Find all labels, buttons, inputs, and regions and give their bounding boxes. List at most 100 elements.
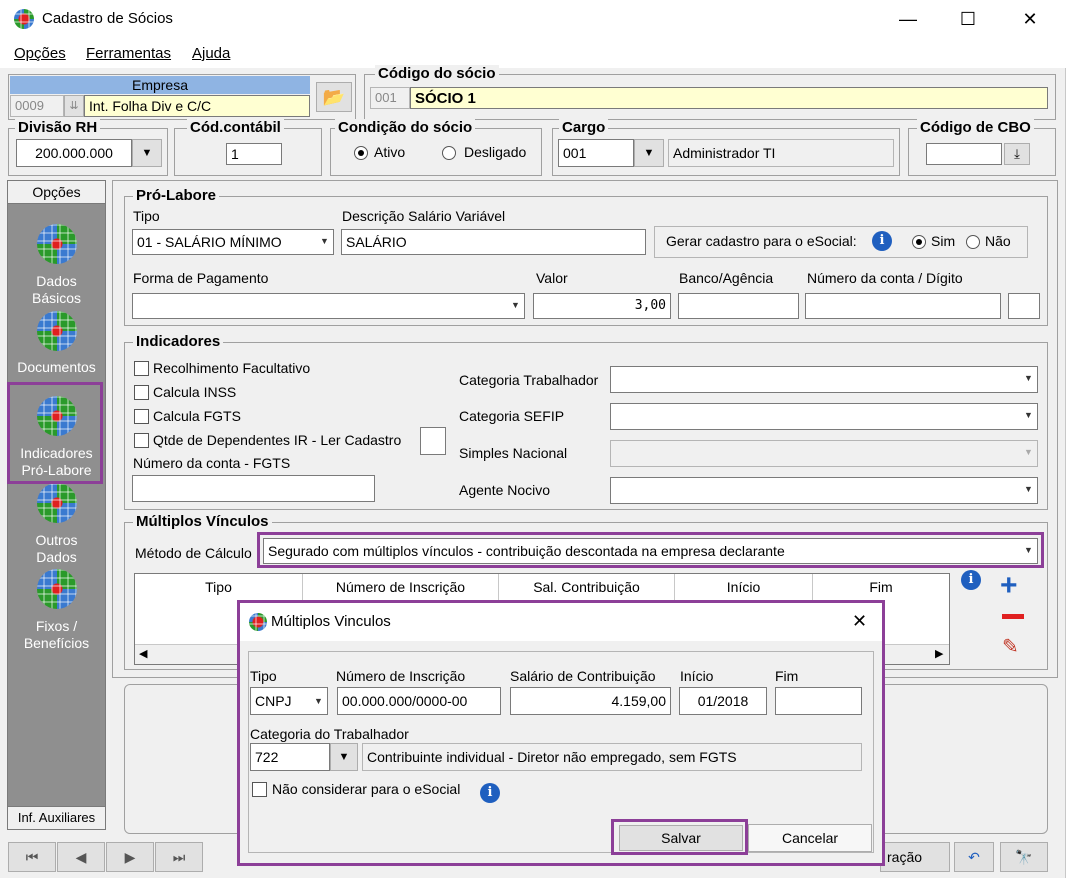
simples-nacional-dropdown-icon: ▼ <box>1024 447 1033 457</box>
dados-basicos-label-2: Básicos <box>31 290 82 306</box>
categoria-trabalhador-select[interactable]: ▼ <box>610 366 1038 393</box>
forma-dropdown-icon: ▼ <box>511 300 520 310</box>
menu-ferramentas[interactable]: Ferramentas <box>86 45 171 62</box>
dlg-tipo-value: CNPJ <box>255 693 292 709</box>
title-bar: Cadastro de Sócios — ☐ ✕ <box>0 0 1066 38</box>
nao-considerar-label: Não considerar para o eSocial <box>272 781 461 797</box>
desc-field[interactable]: SALÁRIO <box>341 229 646 255</box>
dlg-categoria-label: Categoria do Trabalhador <box>250 726 409 742</box>
calcula-inss-checkbox[interactable] <box>134 385 149 400</box>
esocial-nao-label: Não <box>985 233 1011 249</box>
desc-label: Descrição Salário Variável <box>342 208 506 224</box>
open-folder-button[interactable]: 📂 <box>316 82 352 112</box>
conta-field[interactable] <box>805 293 1001 319</box>
operacao-button[interactable]: ração <box>880 842 950 872</box>
tipo-select[interactable]: 01 - SALÁRIO MÍNIMO ▼ <box>132 229 334 255</box>
scroll-left-icon[interactable]: ◀ <box>139 647 147 660</box>
remove-vinculo-icon[interactable] <box>1002 614 1024 619</box>
outros-dados-label-1: Outros <box>35 532 78 548</box>
recolhimento-checkbox[interactable] <box>134 361 149 376</box>
operacao-label: ração <box>887 849 923 865</box>
divisao-title: Divisão RH <box>15 119 101 136</box>
dlg-inscricao-label: Número de Inscrição <box>336 668 466 684</box>
cbo-title: Código de CBO <box>917 119 1034 136</box>
fixos-label-2: Benefícios <box>23 635 90 651</box>
dlg-tipo-label: Tipo <box>250 668 277 684</box>
dlg-inicio-field[interactable]: 01/2018 <box>679 687 767 715</box>
cancelar-button[interactable]: Cancelar <box>748 824 872 852</box>
divisao-field[interactable]: 200.000.000 <box>16 139 132 167</box>
socio-name-field[interactable]: SÓCIO 1 <box>410 87 1048 109</box>
divisao-dropdown-icon[interactable]: ▼ <box>132 139 162 167</box>
dlg-salario-field[interactable]: 4.159,00 <box>510 687 671 715</box>
conta-digito-field[interactable] <box>1008 293 1040 319</box>
dependentes-checkbox[interactable] <box>134 433 149 448</box>
calcula-fgts-checkbox[interactable] <box>134 409 149 424</box>
desligado-radio[interactable] <box>442 146 456 160</box>
first-record-button[interactable]: ⏮ <box>8 842 56 872</box>
agente-nocivo-label: Agente Nocivo <box>459 482 551 498</box>
col-tipo[interactable]: Tipo <box>135 574 303 600</box>
fgts-account-field[interactable] <box>132 475 375 502</box>
col-inicio[interactable]: Início <box>675 574 813 600</box>
dialog-close-icon[interactable]: ✕ <box>852 611 867 632</box>
agente-nocivo-dropdown-icon: ▼ <box>1024 484 1033 494</box>
dependentes-field[interactable] <box>420 427 446 455</box>
ativo-label: Ativo <box>374 144 406 160</box>
cargo-code-field[interactable]: 001 <box>558 139 634 167</box>
scroll-right-icon[interactable]: ▶ <box>935 647 943 660</box>
menu-opcoes[interactable]: Opções <box>14 45 66 62</box>
menu-ajuda[interactable]: Ajuda <box>192 45 230 62</box>
col-fim[interactable]: Fim <box>813 574 949 600</box>
nao-considerar-checkbox[interactable] <box>252 782 267 797</box>
sidebar-footer-inf-auxiliares[interactable]: Inf. Auxiliares <box>8 806 105 829</box>
cbo-download-icon[interactable]: ⤓ <box>1004 143 1030 165</box>
esocial-info-icon[interactable]: i <box>872 231 892 251</box>
close-button[interactable]: ✕ <box>1006 4 1054 34</box>
prev-record-button[interactable]: ◀ <box>57 842 105 872</box>
agente-nocivo-select[interactable]: ▼ <box>610 477 1038 504</box>
categoria-sefip-select[interactable]: ▼ <box>610 403 1038 430</box>
tipo-select-value: 01 - SALÁRIO MÍNIMO <box>137 234 282 250</box>
nao-considerar-info-icon[interactable]: i <box>480 783 500 803</box>
dlg-categoria-dropdown-icon[interactable]: ▼ <box>330 743 358 771</box>
window-title: Cadastro de Sócios <box>42 10 173 27</box>
dlg-fim-field[interactable] <box>775 687 862 715</box>
socio-title: Código do sócio <box>375 65 499 82</box>
ativo-radio[interactable] <box>354 146 368 160</box>
esocial-sim-radio[interactable] <box>912 235 926 249</box>
vinculos-info-icon[interactable]: i <box>961 570 981 590</box>
minimize-button[interactable]: — <box>884 4 932 34</box>
cargo-title: Cargo <box>559 119 609 136</box>
tipo-dropdown-icon: ▼ <box>320 236 329 246</box>
options-sidebar: Opções Dados Básicos Documentos Indicado… <box>7 180 106 830</box>
col-salario[interactable]: Sal. Contribuição <box>499 574 675 600</box>
maximize-button[interactable]: ☐ <box>944 4 992 34</box>
edit-vinculo-icon[interactable]: ✎ <box>1002 634 1019 659</box>
simples-nacional-label: Simples Nacional <box>459 445 568 461</box>
col-inscricao[interactable]: Número de Inscrição <box>303 574 499 600</box>
sidebar-highlight <box>7 382 103 484</box>
cargo-dropdown-icon[interactable]: ▼ <box>634 139 664 167</box>
socio-code-field[interactable]: 001 <box>370 87 410 109</box>
cbo-field[interactable] <box>926 143 1002 165</box>
esocial-nao-radio[interactable] <box>966 235 980 249</box>
contabil-field[interactable]: 1 <box>226 143 282 165</box>
add-vinculo-icon[interactable]: + <box>1000 571 1018 601</box>
dlg-tipo-select[interactable]: CNPJ ▼ <box>250 687 328 715</box>
forma-select[interactable]: ▼ <box>132 293 525 319</box>
next-record-button[interactable]: ▶ <box>106 842 154 872</box>
empresa-code-field[interactable]: 0009 <box>10 95 64 117</box>
find-button[interactable]: 🔭 <box>1000 842 1048 872</box>
dlg-inscricao-field[interactable]: 00.000.000/0000-00 <box>337 687 501 715</box>
last-record-button[interactable]: ⏭ <box>155 842 203 872</box>
fixos-beneficios-icon <box>37 569 77 609</box>
banco-field[interactable] <box>678 293 799 319</box>
empresa-name-field[interactable]: Int. Folha Div e C/C <box>84 95 310 117</box>
dlg-categoria-code-field[interactable]: 722 <box>250 743 330 771</box>
dialog-logo-icon <box>249 613 267 631</box>
valor-field[interactable]: 3,00 <box>533 293 671 319</box>
multiplos-title: Múltiplos Vínculos <box>133 513 272 530</box>
undo-button[interactable]: ↶ <box>954 842 994 872</box>
empresa-spin-icon[interactable]: ⇊ <box>64 95 84 117</box>
